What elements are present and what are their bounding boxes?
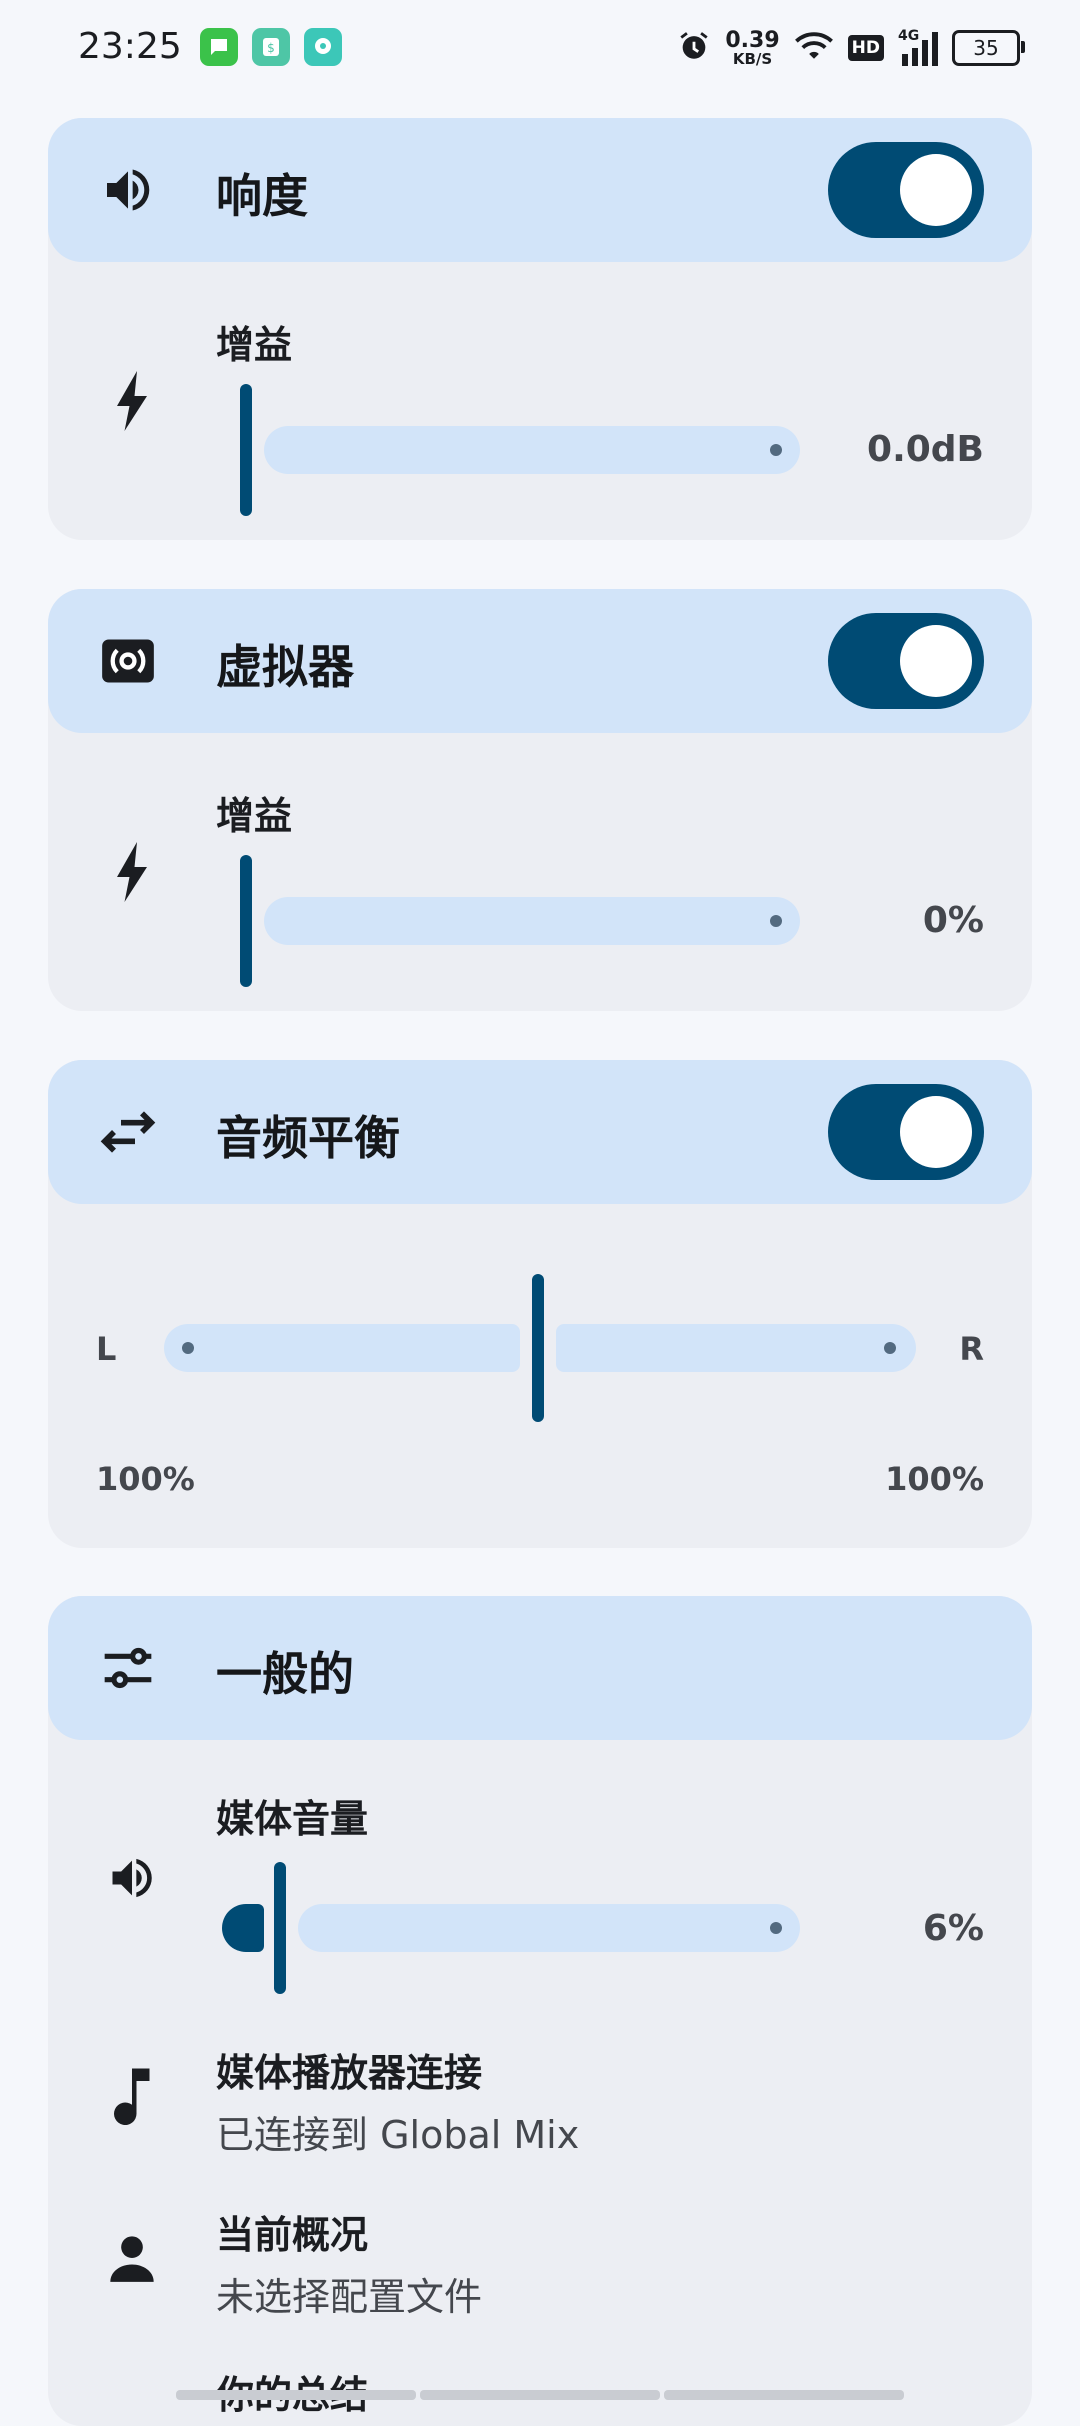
media-volume-thumb[interactable]	[274, 1862, 286, 1994]
virtualizer-gain-slider[interactable]	[264, 897, 800, 945]
loudness-card: 响度 增益 0.0dB	[48, 118, 1032, 540]
general-header: 一般的	[48, 1596, 1032, 1740]
profile-value: 未选择配置文件	[216, 2275, 483, 2319]
alarm-icon	[677, 29, 711, 67]
balance-left-track[interactable]	[164, 1324, 520, 1372]
general-card: 一般的 媒体音量 6% 媒体播放器连接 已连接到 Global Mix 当前概况…	[48, 1596, 1032, 2426]
bolt-icon	[106, 371, 158, 431]
balance-left-percent: 100%	[96, 1460, 195, 1498]
slider-end-dot	[770, 1922, 782, 1934]
network-speed: 0.39 KB/S	[725, 27, 780, 68]
battery-icon: 35	[952, 30, 1025, 66]
wifi-icon	[794, 30, 834, 66]
status-indicators: 0.39 KB/S HD 4G 35	[677, 26, 1025, 70]
toggle-knob	[900, 625, 972, 697]
bolt-icon	[106, 842, 158, 902]
player-connection-label[interactable]: 媒体播放器连接	[216, 2042, 482, 2097]
balance-right-track[interactable]	[556, 1324, 916, 1372]
swap-horiz-icon	[100, 1104, 156, 1160]
surround-icon	[100, 633, 156, 689]
slider-end-dot	[884, 1342, 896, 1354]
status-bar: 23:25 $ 0.39 KB/S HD 4G 35	[0, 0, 1080, 100]
payment-notification-icon: $	[252, 28, 290, 66]
message-notification-icon	[200, 28, 238, 66]
virtualizer-title: 虚拟器	[216, 640, 354, 694]
balance-right-label: R	[959, 1330, 984, 1368]
balance-toggle[interactable]	[828, 1084, 984, 1180]
hd-icon: HD	[847, 35, 884, 61]
loudness-gain-thumb[interactable]	[240, 384, 252, 516]
loudness-title: 响度	[216, 169, 308, 223]
media-volume-slider[interactable]	[298, 1904, 800, 1952]
balance-thumb[interactable]	[532, 1274, 544, 1422]
virtualizer-toggle[interactable]	[828, 613, 984, 709]
music-note-icon	[106, 2066, 158, 2126]
slider-end-dot	[770, 915, 782, 927]
profile-label[interactable]: 当前概况	[216, 2204, 368, 2259]
balance-right-percent: 100%	[885, 1460, 984, 1498]
virtualizer-gain-thumb[interactable]	[240, 855, 252, 987]
volume-up-icon	[106, 1848, 158, 1908]
scroll-indicator	[176, 2390, 904, 2400]
player-connection-value: 已连接到 Global Mix	[216, 2113, 580, 2157]
virtualizer-gain-value: 0%	[922, 900, 984, 941]
loudness-toggle[interactable]	[828, 142, 984, 238]
balance-card: 音频平衡 L R 100% 100%	[48, 1060, 1032, 1548]
svg-text:$: $	[267, 41, 275, 55]
general-title: 一般的	[216, 1647, 354, 1701]
virtualizer-header[interactable]: 虚拟器	[48, 589, 1032, 733]
virtualizer-card: 虚拟器 增益 0%	[48, 589, 1032, 1011]
slider-end-dot	[770, 444, 782, 456]
loudness-gain-slider[interactable]	[264, 426, 800, 474]
signal-4g-icon: 4G	[898, 28, 938, 66]
loudness-gain-label: 增益	[216, 323, 293, 367]
media-volume-value: 6%	[922, 1908, 984, 1949]
chat-notification-icon	[304, 28, 342, 66]
slider-start-dot	[182, 1342, 194, 1354]
tune-icon	[100, 1640, 156, 1696]
toggle-knob	[900, 154, 972, 226]
media-volume-filled-track	[222, 1904, 264, 1952]
virtualizer-gain-label: 增益	[216, 794, 293, 838]
balance-header[interactable]: 音频平衡	[48, 1060, 1032, 1204]
status-time: 23:25	[78, 26, 182, 67]
person-icon	[106, 2228, 158, 2288]
loudness-gain-value: 0.0dB	[867, 429, 984, 470]
loudness-header[interactable]: 响度	[48, 118, 1032, 262]
toggle-knob	[900, 1096, 972, 1168]
volume-up-icon	[100, 162, 156, 218]
balance-title: 音频平衡	[216, 1111, 400, 1165]
balance-left-label: L	[96, 1330, 117, 1368]
media-volume-label: 媒体音量	[216, 1797, 369, 1841]
